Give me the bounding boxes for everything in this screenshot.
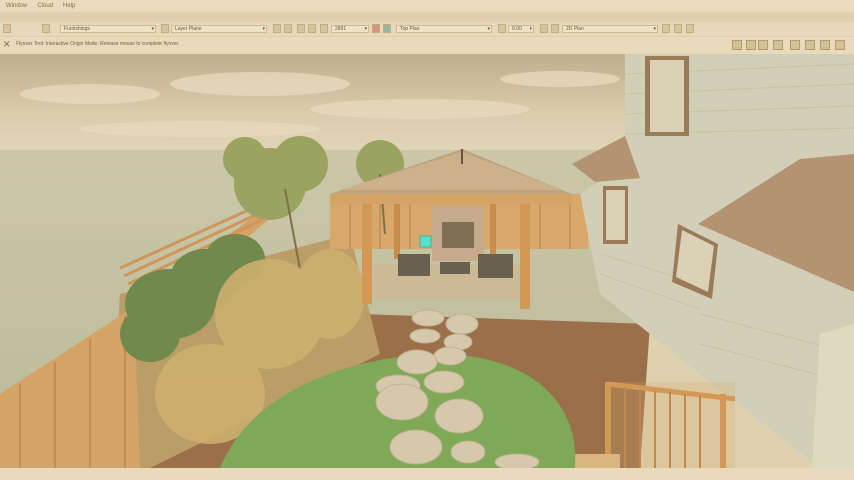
menu-bar: Window Cloud Help [0,0,854,12]
category-dropdown[interactable]: Furnishings [60,25,156,33]
thickness-icon[interactable] [498,24,506,33]
view-dropdown[interactable]: 2D Plan [562,25,658,33]
snap-icon[interactable] [284,24,292,33]
crosshair-icon[interactable]: ✕ [3,40,11,49]
brush-icon[interactable] [773,40,783,50]
layer-dropdown[interactable]: Layer Plane [171,25,267,33]
menu-help[interactable]: Help [63,3,75,9]
panel-icon[interactable] [820,40,830,50]
zoom-out-icon[interactable] [308,24,316,33]
grid-icon[interactable] [273,24,281,33]
arrow-icon[interactable] [3,24,11,33]
layers-icon[interactable] [42,24,50,33]
section-icon[interactable] [551,24,559,33]
settings-gear-icon[interactable] [746,40,756,50]
select-tool-icon[interactable] [732,40,742,50]
menu-cloud[interactable]: Cloud [37,3,53,9]
elevation-icon[interactable] [540,24,548,33]
thickness-input[interactable]: 0.00 [508,25,534,33]
layer-icon[interactable] [161,24,169,33]
bottom-bar [0,468,854,480]
backyard-render [0,54,854,468]
3d-viewport[interactable] [0,54,854,468]
fit-icon[interactable] [320,24,328,33]
cursor-marker [419,235,432,248]
status-message: Flyover Tool: Interactive Origin Mode. R… [16,41,180,47]
zoom-in-icon[interactable] [297,24,305,33]
paint-icon[interactable] [790,40,800,50]
zoom-input[interactable]: 2891 [331,25,369,33]
view-more-icon[interactable] [686,24,694,33]
view-settings-icon[interactable] [674,24,682,33]
window-icon[interactable] [805,40,815,50]
menu-window[interactable]: Window [6,3,27,9]
plan-dropdown[interactable]: Top Plan [396,25,492,33]
plan-icon[interactable] [372,24,380,33]
tool-options-icon[interactable] [758,40,768,50]
view-arrow-icon[interactable] [662,24,670,33]
camera-icon[interactable] [383,24,391,33]
layout-icon[interactable] [835,40,845,50]
